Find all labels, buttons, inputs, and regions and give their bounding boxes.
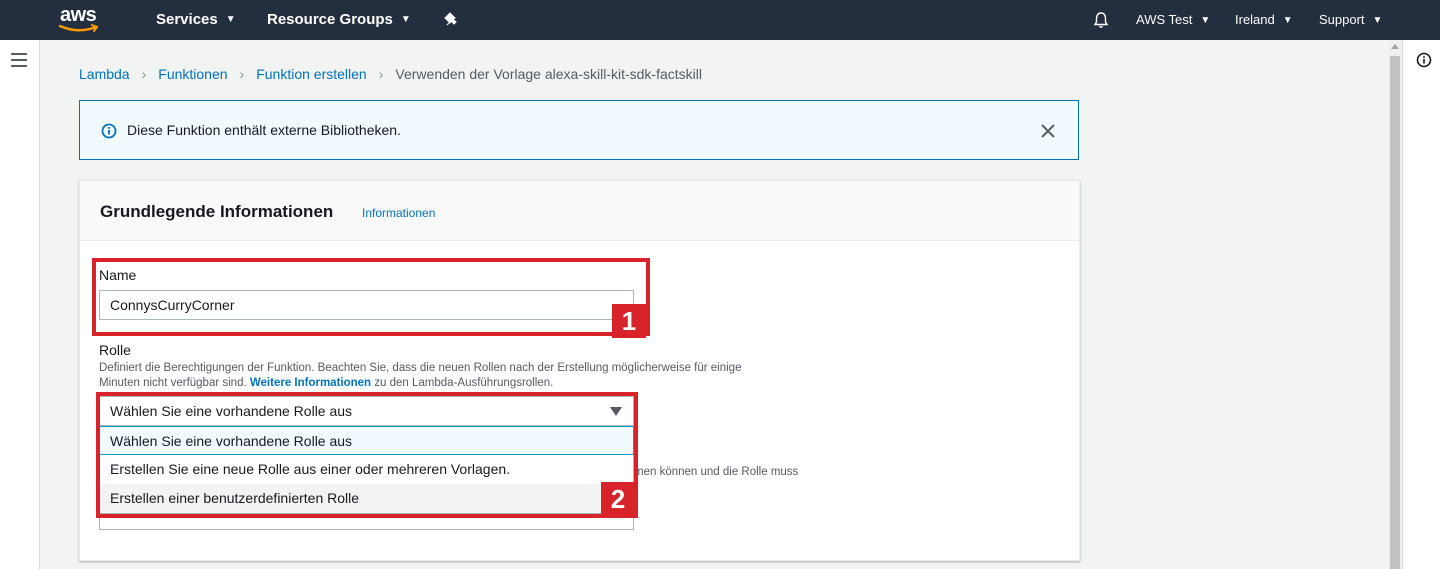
hamburger-menu-icon[interactable] <box>11 53 27 67</box>
panel-header: Grundlegende Informationen Informationen <box>80 181 1079 241</box>
close-icon[interactable] <box>1040 123 1056 139</box>
alert-message: Diese Funktion enthält externe Bibliothe… <box>127 122 401 138</box>
info-link[interactable]: Informationen <box>362 206 435 220</box>
role-description: Definiert die Berechtigungen der Funktio… <box>99 361 819 391</box>
left-rail <box>0 40 40 569</box>
region-label: Ireland <box>1235 12 1275 27</box>
scrollbar-thumb[interactable] <box>1390 56 1400 569</box>
breadcrumb-current: Verwenden der Vorlage alexa-skill-kit-sd… <box>395 66 702 82</box>
info-icon <box>101 123 117 139</box>
role-learn-more-link[interactable]: Weitere Informationen <box>250 377 371 389</box>
role-desc-text-3: zu den Lambda-Ausführungsrollen. <box>374 377 554 389</box>
breadcrumb-create-function[interactable]: Funktion erstellen <box>256 66 367 82</box>
support-label: Support <box>1319 12 1365 27</box>
role-desc-text-2: Minuten nicht verfügbar sind. <box>99 377 247 389</box>
chevron-down-icon: ▼ <box>1200 14 1211 26</box>
breadcrumb-lambda[interactable]: Lambda <box>79 66 130 82</box>
support-menu[interactable]: Support ▼ <box>1319 0 1382 40</box>
chevron-down-icon: ▼ <box>1282 14 1293 26</box>
scrollbar[interactable] <box>1388 40 1402 569</box>
chevron-down-icon: ▼ <box>225 14 236 26</box>
chevron-right-icon: › <box>378 66 384 82</box>
info-panel-icon[interactable] <box>1416 52 1432 68</box>
resource-groups-label: Resource Groups <box>267 11 393 28</box>
role-desc-text-1: Definiert die Berechtigungen der Funktio… <box>99 362 742 374</box>
role-label: Rolle <box>99 342 131 358</box>
services-label: Services <box>156 11 218 28</box>
aws-smile-icon <box>58 24 99 32</box>
right-rail <box>1402 40 1440 569</box>
chevron-down-icon: ▼ <box>400 14 411 26</box>
info-alert: Diese Funktion enthält externe Bibliothe… <box>79 100 1079 160</box>
panel-title: Grundlegende Informationen <box>100 202 334 221</box>
services-menu[interactable]: Services ▼ <box>156 0 236 40</box>
region-menu[interactable]: Ireland ▼ <box>1235 0 1293 40</box>
bell-icon[interactable] <box>1092 11 1110 29</box>
breadcrumb: Lambda › Funktionen › Funktion erstellen › Ver… <box>79 66 702 82</box>
annotation-number-2: 2 <box>601 482 635 516</box>
resource-groups-menu[interactable]: Resource Groups ▼ <box>267 0 411 40</box>
top-nav-bar: aws Services ▼ Resource Groups ▼ AWS Test ▼… <box>0 0 1440 40</box>
obscured-description: men können und die Rolle muss <box>634 466 799 478</box>
annotation-number-1: 1 <box>612 304 646 338</box>
aws-logo[interactable]: aws <box>58 4 102 34</box>
chevron-right-icon: › <box>239 66 245 82</box>
chevron-down-icon: ▼ <box>1372 14 1383 26</box>
chevron-right-icon: › <box>141 66 147 82</box>
account-menu[interactable]: AWS Test ▼ <box>1136 0 1210 40</box>
annotation-box-1 <box>92 258 650 336</box>
scroll-up-arrow-icon[interactable] <box>1391 44 1399 49</box>
pin-icon[interactable] <box>444 12 460 28</box>
annotation-box-2 <box>96 392 638 518</box>
breadcrumb-functions[interactable]: Funktionen <box>158 66 227 82</box>
account-label: AWS Test <box>1136 12 1193 27</box>
